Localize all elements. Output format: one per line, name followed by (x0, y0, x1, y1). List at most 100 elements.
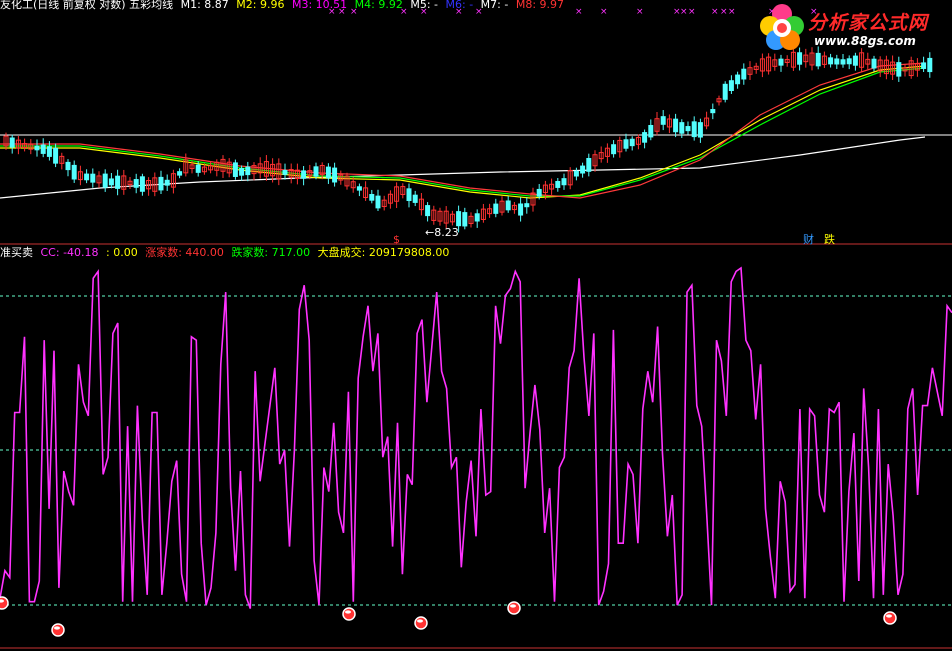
buy-signal-marker (342, 607, 356, 621)
buy-signal-highlight (345, 610, 351, 614)
marker-x: × (728, 7, 736, 17)
candle-body (9, 137, 15, 148)
candle-body (797, 52, 803, 65)
candle-body (561, 178, 567, 186)
candle-body (580, 165, 586, 174)
candle-body (40, 144, 46, 154)
ma-m7: M7: - (480, 0, 509, 11)
candle-body (573, 170, 579, 177)
candle-body (84, 173, 90, 181)
up-count: 涨家数: 440.00 (145, 246, 224, 259)
ma-m8: M8: 9.97 (515, 0, 565, 11)
buy-signal-marker (0, 596, 9, 610)
candle-body (728, 80, 734, 91)
buy-signal-marker (414, 616, 428, 630)
candle-body (660, 116, 666, 125)
candle-body (46, 146, 52, 157)
candle-body (921, 62, 927, 69)
candle-body (139, 176, 145, 192)
buy-signal-highlight (417, 619, 423, 623)
candle-body (840, 59, 846, 65)
candle-body (195, 164, 201, 173)
candle-body (313, 166, 319, 177)
candle-body (406, 188, 412, 202)
candle-body (871, 58, 877, 69)
candle-body (555, 180, 561, 188)
buy-signal-marker (507, 601, 521, 615)
ma-m2: M2: 9.96 (236, 0, 285, 11)
candle-body (679, 122, 685, 134)
candle-body (778, 58, 784, 66)
candle-body (301, 170, 307, 179)
candle-body (375, 195, 381, 209)
candle-body (164, 179, 170, 186)
candle-body (685, 126, 691, 132)
candle-body (673, 118, 679, 133)
fall-marker: 跌 (824, 233, 835, 246)
candle-body (623, 139, 629, 149)
marker-x: × (688, 7, 696, 17)
candle-body (710, 109, 716, 114)
logo-url: www.88gs.com (814, 34, 916, 48)
market-volume: 大盘成交: 209179808.00 (317, 246, 450, 259)
marker-x: × (680, 7, 688, 17)
candle-body (456, 211, 462, 227)
ma-m6: M6: - (445, 0, 474, 11)
candle-body (108, 178, 114, 186)
candle-body (648, 124, 654, 138)
candle-body (493, 203, 499, 214)
moving-average-lines (0, 62, 926, 199)
indicator-panel-header: 准买卖 CC: -40.18 : 0.00 涨家数: 440.00 跌家数: 7… (0, 246, 453, 260)
marker-x: × (636, 7, 644, 17)
candle-body (102, 173, 108, 188)
candle-body (834, 58, 840, 65)
marker-x: × (575, 7, 583, 17)
chart-frame (0, 134, 952, 649)
candle-body (524, 203, 530, 208)
oscillator-line (0, 266, 952, 609)
candle-body (332, 167, 338, 183)
candle-body (177, 171, 183, 176)
candle-body (282, 169, 288, 175)
candle-body (629, 138, 635, 147)
marker-x: × (600, 7, 608, 17)
candle-body (245, 166, 251, 176)
candle-body (741, 68, 747, 80)
low-price-label: ←8.23 (425, 226, 459, 239)
candle-body (90, 173, 96, 183)
ma-yellow (0, 65, 926, 199)
candle-body (691, 121, 697, 138)
candle-body (133, 179, 139, 188)
candle-body (611, 144, 617, 155)
candle-body (158, 176, 164, 191)
candle-body (356, 186, 362, 191)
candle-body (505, 200, 511, 211)
buy-signal-highlight (886, 614, 892, 618)
ma-m5: M5: - (410, 0, 438, 11)
candle-body (896, 62, 902, 77)
stock-chart[interactable]: × × × × × × × × × × × × × × × × × × (0, 0, 952, 651)
ma-m1: M1: 8.87 (180, 0, 229, 11)
candle-body (232, 162, 238, 177)
candle-body (115, 175, 121, 189)
candle-body (239, 168, 245, 176)
candle-body (425, 205, 431, 217)
candle-body (462, 212, 468, 227)
down-count: 跌家数: 717.00 (231, 246, 311, 259)
candle-body (518, 203, 524, 216)
buy-signal-markers (0, 596, 897, 637)
indicator-cc: CC: -40.18 (40, 246, 99, 259)
marker-x: × (720, 7, 728, 17)
finance-marker: 财 (803, 233, 814, 246)
candle-body (927, 57, 933, 73)
candle-body (815, 52, 821, 67)
indicator-name: 准买卖 (0, 246, 33, 259)
dollar-marker: $ (393, 233, 400, 246)
candle-body (735, 74, 741, 85)
candle-body (852, 55, 858, 66)
candle-body (71, 164, 77, 180)
buy-signal-highlight (54, 626, 60, 630)
candle-body (828, 57, 834, 65)
candle-body (642, 132, 648, 143)
buy-signal-marker (51, 623, 65, 637)
